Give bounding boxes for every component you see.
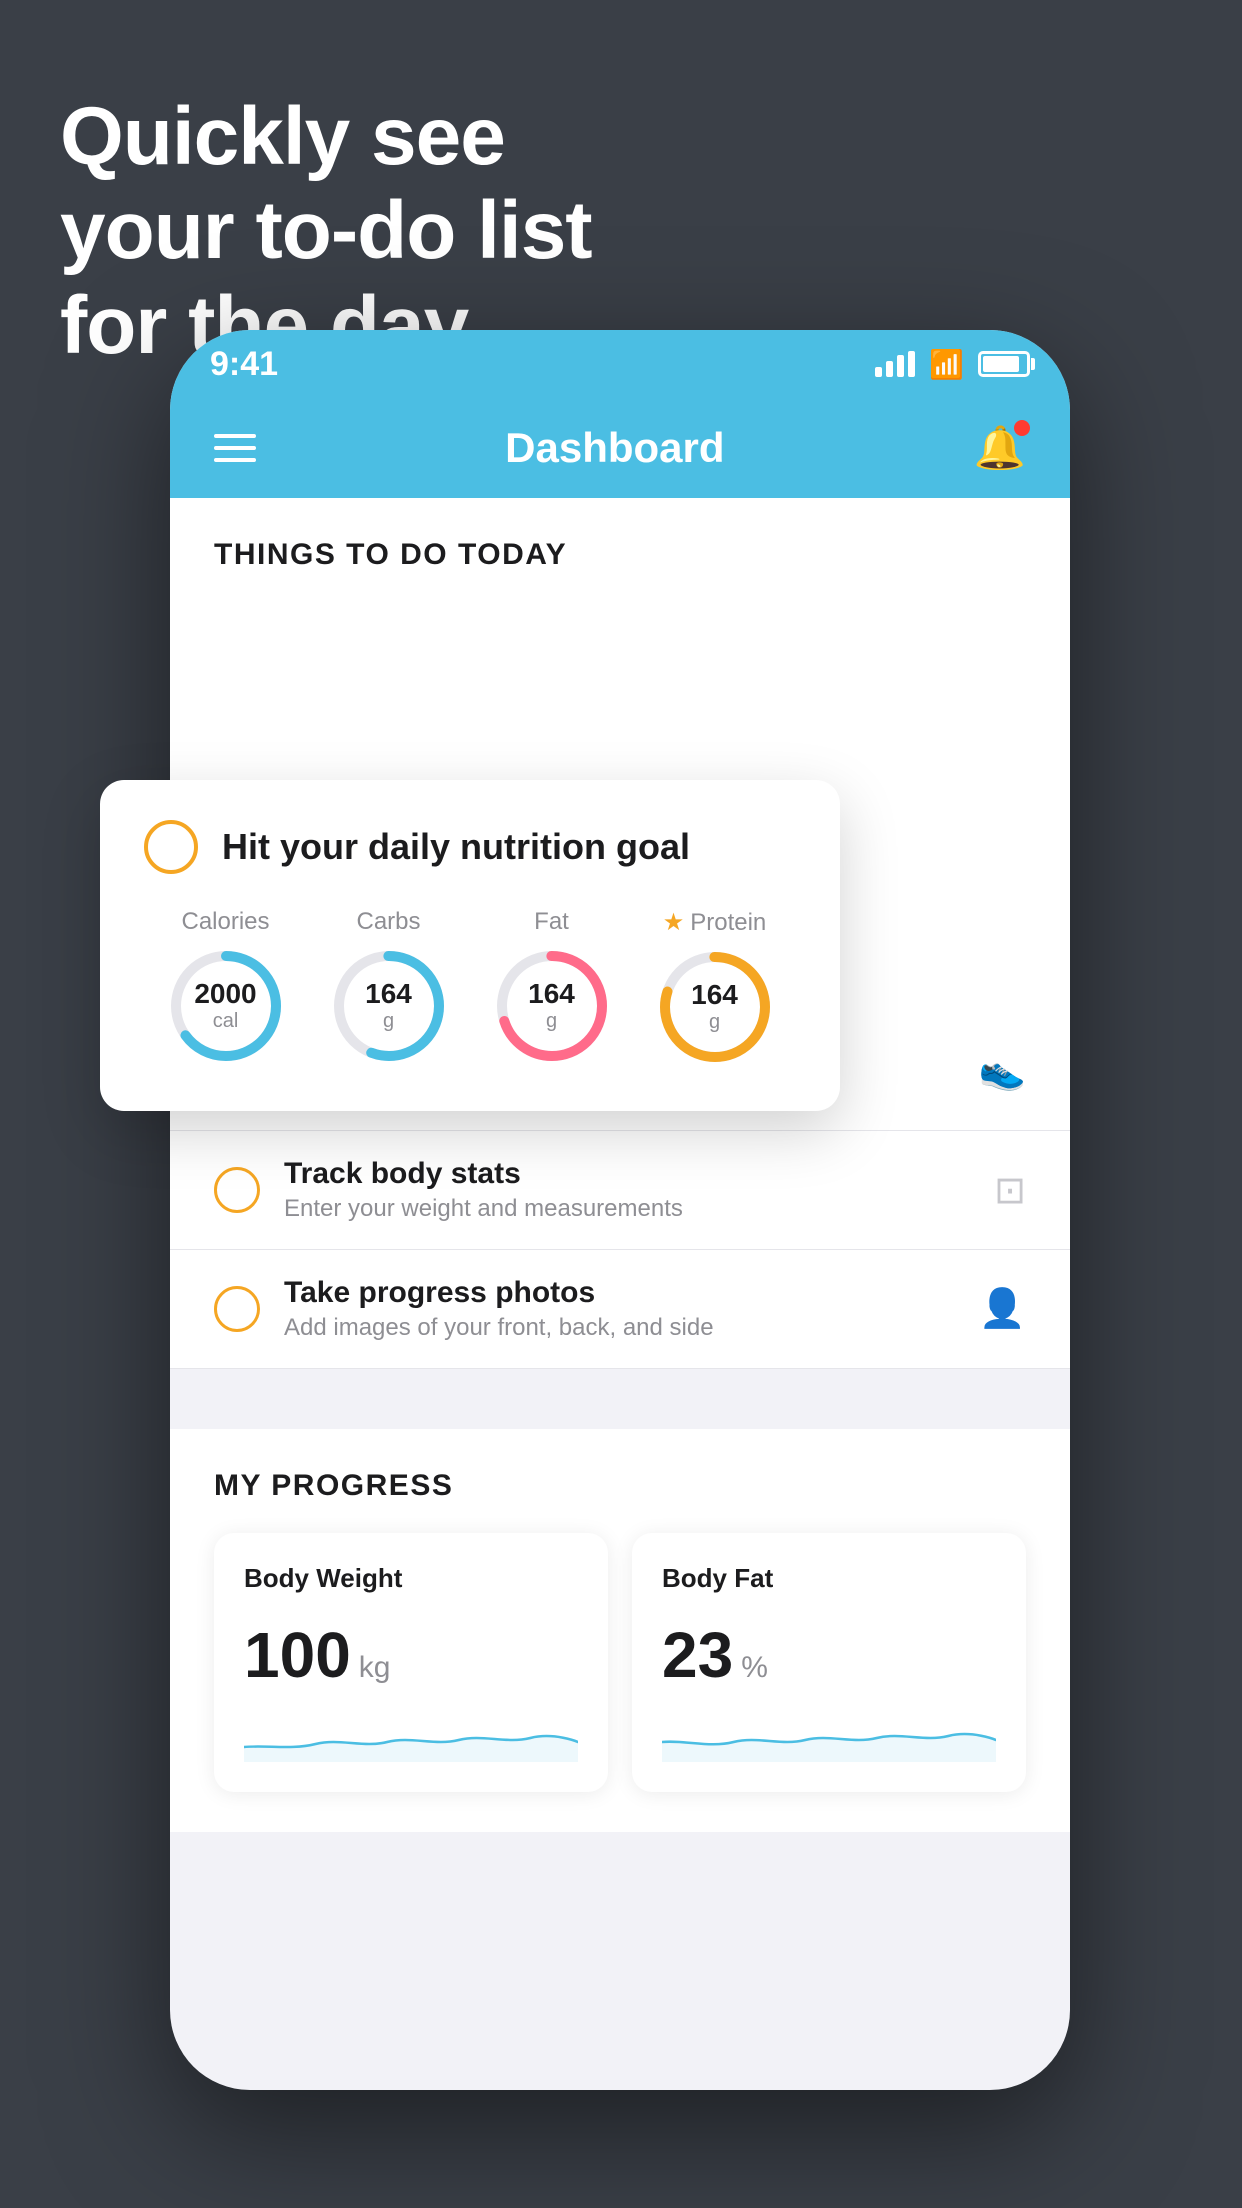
- carbs-label: Carbs: [356, 908, 420, 936]
- nutrition-card-title: Hit your daily nutrition goal: [222, 826, 690, 868]
- bell-icon[interactable]: 🔔: [974, 424, 1026, 473]
- wifi-icon: 📶: [929, 348, 964, 381]
- progress-title: MY PROGRESS: [214, 1469, 1026, 1503]
- calories-donut: 2000 cal: [166, 946, 286, 1066]
- todo-item-photos[interactable]: Take progress photos Add images of your …: [170, 1250, 1070, 1369]
- nav-title: Dashboard: [505, 424, 724, 472]
- card-header: Hit your daily nutrition goal: [144, 820, 796, 874]
- fat-donut: 164 g: [492, 946, 612, 1066]
- protein-donut: 164 g: [655, 947, 775, 1067]
- star-icon: ★: [663, 908, 685, 937]
- body-fat-value-row: 23 %: [662, 1618, 996, 1692]
- body-weight-unit: kg: [359, 1651, 391, 1685]
- todo-circle-photos: [214, 1286, 260, 1332]
- body-fat-card[interactable]: Body Fat 23 %: [632, 1533, 1026, 1792]
- fat-label: Fat: [534, 908, 569, 936]
- status-bar: 9:41 📶: [170, 330, 1070, 398]
- person-icon: 👤: [979, 1287, 1026, 1331]
- todo-text-photos: Take progress photos Add images of your …: [284, 1276, 955, 1342]
- todo-text-body-stats: Track body stats Enter your weight and m…: [284, 1157, 970, 1223]
- body-fat-unit: %: [741, 1651, 768, 1685]
- nutrition-stats: Calories 2000 cal Carbs: [144, 908, 796, 1067]
- body-fat-chart: [662, 1712, 996, 1762]
- body-weight-value-row: 100 kg: [244, 1618, 578, 1692]
- carbs-unit: g: [365, 1010, 412, 1033]
- body-weight-chart: [244, 1712, 578, 1762]
- signal-icon: [875, 351, 915, 377]
- calories-value: 2000: [194, 979, 256, 1010]
- todo-sub-photos: Add images of your front, back, and side: [284, 1314, 955, 1342]
- calories-label: Calories: [181, 908, 269, 936]
- body-weight-title: Body Weight: [244, 1563, 578, 1594]
- fat-value: 164: [528, 979, 575, 1010]
- protein-label: ★ Protein: [663, 908, 767, 937]
- todo-circle-body-stats: [214, 1167, 260, 1213]
- notification-dot: [1014, 420, 1030, 436]
- body-weight-value: 100: [244, 1618, 351, 1692]
- body-fat-title: Body Fat: [662, 1563, 996, 1594]
- body-weight-card[interactable]: Body Weight 100 kg: [214, 1533, 608, 1792]
- fat-unit: g: [528, 1010, 575, 1033]
- scale-icon: ⊡: [994, 1168, 1026, 1213]
- nav-bar: Dashboard 🔔: [170, 398, 1070, 498]
- body-fat-value: 23: [662, 1618, 733, 1692]
- calories-unit: cal: [194, 1010, 256, 1033]
- nutrition-circle-check: [144, 820, 198, 874]
- todo-sub-body-stats: Enter your weight and measurements: [284, 1195, 970, 1223]
- protein-unit: g: [691, 1011, 738, 1034]
- phone-frame: 9:41 📶 Dashboard 🔔 THINGS TO DO TODAY: [170, 330, 1070, 2090]
- carbs-stat: Carbs 164 g: [329, 908, 449, 1066]
- hamburger-icon[interactable]: [214, 434, 256, 462]
- protein-value: 164: [691, 980, 738, 1011]
- protein-stat: ★ Protein 164 g: [655, 908, 775, 1067]
- carbs-value: 164: [365, 979, 412, 1010]
- fat-stat: Fat 164 g: [492, 908, 612, 1066]
- carbs-donut: 164 g: [329, 946, 449, 1066]
- battery-icon: [978, 351, 1030, 377]
- todo-main-body-stats: Track body stats: [284, 1157, 970, 1191]
- status-icons: 📶: [875, 348, 1030, 381]
- calories-stat: Calories 2000 cal: [166, 908, 286, 1066]
- progress-section: MY PROGRESS Body Weight 100 kg Body Fa: [170, 1429, 1070, 1832]
- todo-main-photos: Take progress photos: [284, 1276, 955, 1310]
- progress-cards: Body Weight 100 kg Body Fat 23 %: [214, 1533, 1026, 1792]
- nutrition-card[interactable]: Hit your daily nutrition goal Calories 2…: [100, 780, 840, 1111]
- header-area: THINGS TO DO TODAY: [170, 498, 1070, 592]
- status-time: 9:41: [210, 345, 278, 384]
- shoe-icon: 👟: [979, 1049, 1026, 1093]
- todo-item-body-stats[interactable]: Track body stats Enter your weight and m…: [170, 1131, 1070, 1250]
- things-title: THINGS TO DO TODAY: [214, 538, 1026, 572]
